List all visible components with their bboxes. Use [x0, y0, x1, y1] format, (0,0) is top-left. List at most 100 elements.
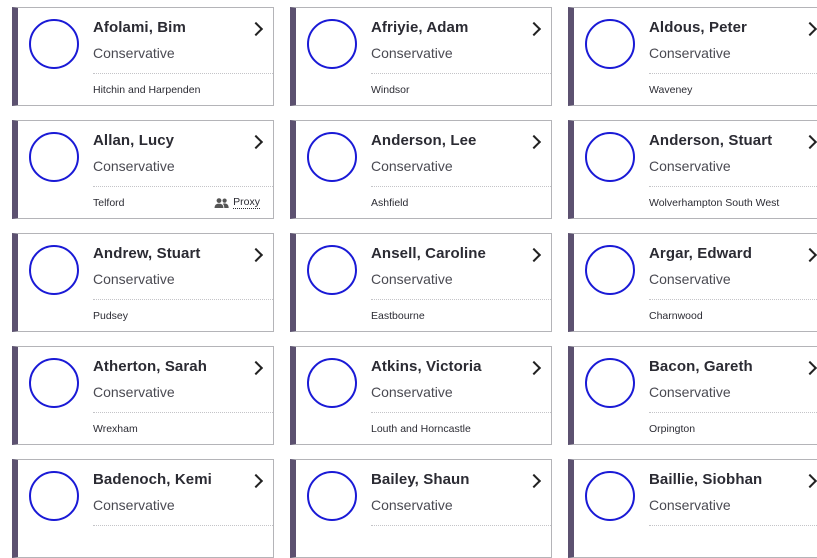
member-name: Bailey, Shaun [371, 471, 470, 488]
member-name: Afriyie, Adam [371, 19, 469, 36]
member-party: Conservative [371, 271, 453, 287]
chevron-right-icon [526, 21, 542, 37]
member-constituency: Wrexham [93, 423, 138, 435]
member-party: Conservative [649, 384, 731, 400]
member-party: Conservative [649, 158, 731, 174]
divider [649, 186, 817, 187]
member-party: Conservative [371, 45, 453, 61]
member-avatar [29, 358, 79, 408]
chevron-right-icon [248, 21, 264, 37]
member-party: Conservative [371, 158, 453, 174]
divider [371, 73, 551, 74]
member-constituency: Orpington [649, 423, 696, 435]
chevron-right-icon [248, 247, 264, 263]
member-avatar [29, 132, 79, 182]
divider [649, 73, 817, 74]
member-name: Anderson, Stuart [649, 132, 773, 149]
member-constituency: Eastbourne [371, 310, 425, 322]
divider [371, 186, 551, 187]
proxy-label[interactable]: Proxy [233, 196, 260, 209]
member-constituency: Louth and Horncastle [371, 423, 471, 435]
chevron-right-icon [526, 247, 542, 263]
member-avatar [585, 132, 635, 182]
member-name: Badenoch, Kemi [93, 471, 212, 488]
member-name: Atherton, Sarah [93, 358, 208, 375]
member-name: Aldous, Peter [649, 19, 747, 36]
member-party: Conservative [371, 384, 453, 400]
member-constituency: Windsor [371, 84, 410, 96]
member-name: Ansell, Caroline [371, 245, 486, 262]
member-name: Argar, Edward [649, 245, 752, 262]
member-card[interactable]: Andrew, Stuart Conservative Pudsey [12, 233, 274, 332]
member-avatar [29, 245, 79, 295]
chevron-right-icon [526, 360, 542, 376]
chevron-right-icon [248, 360, 264, 376]
chevron-right-icon [802, 134, 817, 150]
member-constituency: Wolverhampton South West [649, 197, 780, 209]
member-party: Conservative [93, 158, 175, 174]
member-card[interactable]: Bacon, Gareth Conservative Orpington [568, 346, 817, 445]
member-party: Conservative [649, 45, 731, 61]
member-avatar [585, 19, 635, 69]
member-party: Conservative [93, 497, 175, 513]
member-avatar [307, 245, 357, 295]
member-card[interactable]: Argar, Edward Conservative Charnwood [568, 233, 817, 332]
member-avatar [29, 19, 79, 69]
member-card[interactable]: Atherton, Sarah Conservative Wrexham [12, 346, 274, 445]
member-card[interactable]: Aldous, Peter Conservative Waveney [568, 7, 817, 106]
divider [93, 299, 273, 300]
member-card[interactable]: Anderson, Lee Conservative Ashfield [290, 120, 552, 219]
member-party: Conservative [93, 384, 175, 400]
proxy-indicator[interactable]: Proxy [214, 196, 260, 209]
member-name: Atkins, Victoria [371, 358, 482, 375]
chevron-right-icon [248, 134, 264, 150]
member-constituency: Charnwood [649, 310, 703, 322]
member-avatar [307, 19, 357, 69]
member-card[interactable]: Badenoch, Kemi Conservative [12, 459, 274, 558]
member-constituency: Hitchin and Harpenden [93, 84, 201, 96]
divider [93, 186, 273, 187]
member-card[interactable]: Allan, Lucy Conservative Telford Proxy [12, 120, 274, 219]
member-card[interactable]: Bailey, Shaun Conservative [290, 459, 552, 558]
chevron-right-icon [526, 134, 542, 150]
divider [371, 525, 551, 526]
divider [93, 73, 273, 74]
member-party: Conservative [371, 497, 453, 513]
member-avatar [585, 245, 635, 295]
people-icon [214, 197, 229, 208]
member-constituency: Pudsey [93, 310, 129, 322]
divider [93, 412, 273, 413]
chevron-right-icon [526, 473, 542, 489]
member-name: Andrew, Stuart [93, 245, 201, 262]
member-constituency: Telford [93, 197, 125, 209]
member-name: Baillie, Siobhan [649, 471, 763, 488]
member-name: Allan, Lucy [93, 132, 175, 149]
member-card[interactable]: Atkins, Victoria Conservative Louth and Ho… [290, 346, 552, 445]
chevron-right-icon [802, 360, 817, 376]
member-card[interactable]: Baillie, Siobhan Conservative [568, 459, 817, 558]
member-party: Conservative [649, 497, 731, 513]
chevron-right-icon [248, 473, 264, 489]
member-party: Conservative [649, 271, 731, 287]
member-card[interactable]: Anderson, Stuart Conservative Wolverhampto… [568, 120, 817, 219]
member-name: Anderson, Lee [371, 132, 477, 149]
chevron-right-icon [802, 247, 817, 263]
divider [649, 412, 817, 413]
divider [649, 299, 817, 300]
chevron-right-icon [802, 21, 817, 37]
member-name: Bacon, Gareth [649, 358, 753, 375]
divider [93, 525, 273, 526]
divider [371, 412, 551, 413]
member-constituency: Ashfield [371, 197, 409, 209]
member-grid: Afolami, Bim Conservative Hitchin and Harp… [0, 0, 817, 558]
chevron-right-icon [802, 473, 817, 489]
divider [649, 525, 817, 526]
member-constituency: Waveney [649, 84, 693, 96]
member-card[interactable]: Ansell, Caroline Conservative Eastbourne [290, 233, 552, 332]
divider [371, 299, 551, 300]
member-avatar [307, 358, 357, 408]
member-card[interactable]: Afriyie, Adam Conservative Windsor [290, 7, 552, 106]
member-party: Conservative [93, 45, 175, 61]
member-card[interactable]: Afolami, Bim Conservative Hitchin and Harp… [12, 7, 274, 106]
member-name: Afolami, Bim [93, 19, 186, 36]
